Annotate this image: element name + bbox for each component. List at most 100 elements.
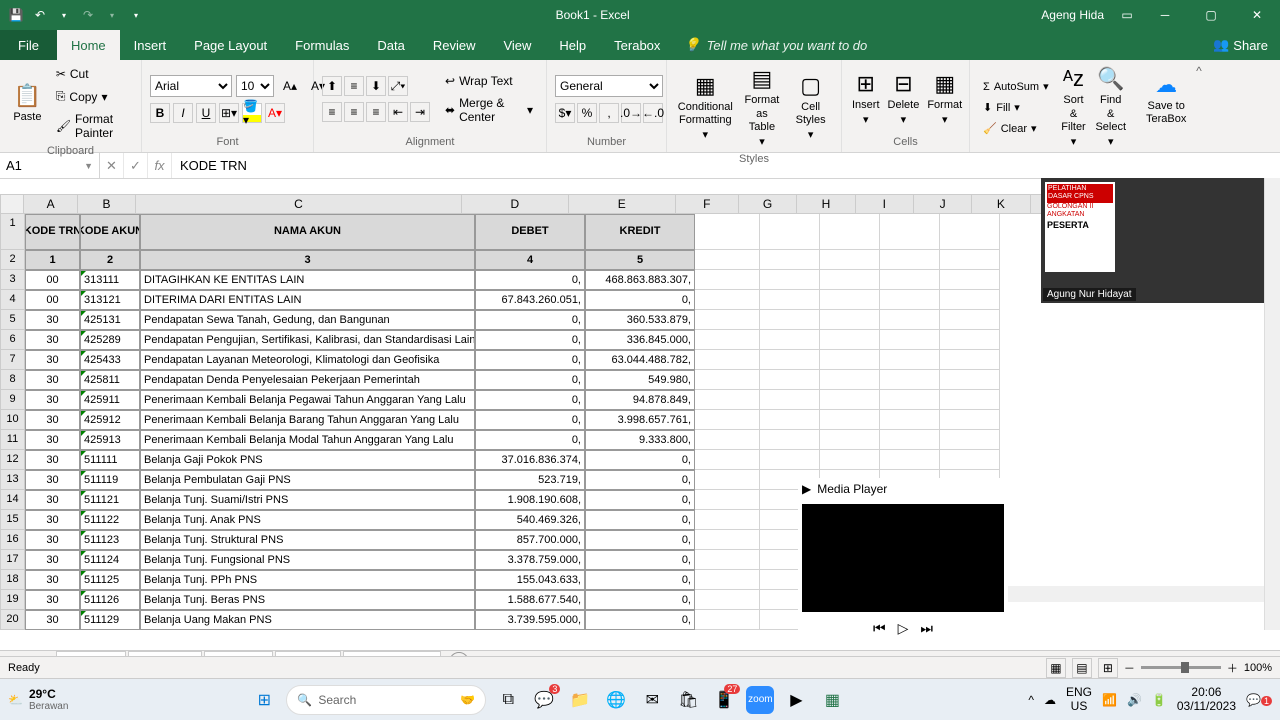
cancel-formula-button[interactable]: ✕ (100, 153, 124, 178)
align-top-button[interactable]: ⬆ (322, 76, 342, 96)
mail-icon[interactable]: ✉ (638, 686, 666, 714)
cell[interactable] (820, 450, 880, 470)
qat-customize[interactable]: ▾ (128, 7, 144, 23)
format-cells-button[interactable]: ▦Format▾ (925, 69, 964, 130)
user-name[interactable]: Ageng Hida (1033, 8, 1112, 22)
cell[interactable] (880, 250, 940, 270)
row-header[interactable]: 13 (0, 470, 25, 490)
tab-help[interactable]: Help (545, 30, 600, 60)
percent-button[interactable]: % (577, 103, 597, 123)
cell[interactable] (760, 430, 820, 450)
row-header[interactable]: 14 (0, 490, 25, 510)
cell[interactable] (880, 214, 940, 250)
ribbon-display-icon[interactable]: ▭ (1112, 8, 1142, 22)
cell[interactable]: 425433 (80, 350, 140, 370)
cell[interactable]: 00 (25, 270, 80, 290)
cell[interactable]: 0, (475, 330, 585, 350)
decrease-decimal-button[interactable]: ←.0 (643, 103, 663, 123)
collapse-ribbon-button[interactable]: ^ (1192, 60, 1206, 152)
conditional-formatting-button[interactable]: ▦Conditional Formatting ▾ (675, 71, 736, 145)
fx-button[interactable]: fx (148, 153, 172, 178)
row-header[interactable]: 16 (0, 530, 25, 550)
minimize-button[interactable]: ─ (1142, 0, 1188, 30)
normal-view-button[interactable]: ▦ (1046, 658, 1066, 678)
cell[interactable]: Pendapatan Sewa Tanah, Gedung, dan Bangu… (140, 310, 475, 330)
column-header[interactable]: J (914, 194, 972, 214)
copilot-icon[interactable]: 💬3 (530, 686, 558, 714)
enter-formula-button[interactable]: ✓ (124, 153, 148, 178)
row-header[interactable]: 9 (0, 390, 25, 410)
excel-icon[interactable]: ▦ (818, 686, 846, 714)
row-header[interactable]: 4 (0, 290, 25, 310)
media-next-button[interactable]: ⏭ (920, 620, 933, 637)
cell[interactable]: 30 (25, 370, 80, 390)
cell[interactable] (880, 430, 940, 450)
cell[interactable]: 360.533.879, (585, 310, 695, 330)
cell[interactable] (760, 214, 820, 250)
cell[interactable] (880, 450, 940, 470)
cell[interactable]: 0, (475, 430, 585, 450)
cell[interactable]: 30 (25, 510, 80, 530)
cell[interactable] (695, 430, 760, 450)
cell[interactable]: Belanja Tunj. Struktural PNS (140, 530, 475, 550)
increase-indent-button[interactable]: ⇥ (410, 102, 430, 122)
cell[interactable] (880, 290, 940, 310)
page-break-view-button[interactable]: ⊞ (1098, 658, 1118, 678)
cell[interactable]: Belanja Uang Makan PNS (140, 610, 475, 630)
cell[interactable] (695, 510, 760, 530)
cell[interactable] (880, 370, 940, 390)
cell[interactable]: 3 (140, 250, 475, 270)
tab-review[interactable]: Review (419, 30, 490, 60)
undo-dropdown[interactable]: ▾ (56, 7, 72, 23)
cell[interactable] (940, 310, 1000, 330)
cell[interactable]: 30 (25, 590, 80, 610)
cell[interactable]: Penerimaan Kembali Belanja Barang Tahun … (140, 410, 475, 430)
cell[interactable] (940, 290, 1000, 310)
cell[interactable] (820, 250, 880, 270)
cell[interactable]: 30 (25, 490, 80, 510)
cell[interactable]: 30 (25, 610, 80, 630)
row-header[interactable]: 6 (0, 330, 25, 350)
tray-volume-icon[interactable]: 🔊 (1127, 693, 1142, 707)
align-bottom-button[interactable]: ⬇ (366, 76, 386, 96)
bold-button[interactable]: B (150, 103, 170, 123)
cell[interactable]: KODE TRN (25, 214, 80, 250)
align-center-button[interactable]: ≡ (344, 102, 364, 122)
cell[interactable]: 2 (80, 250, 140, 270)
start-button[interactable]: ⊞ (250, 686, 278, 714)
cell[interactable]: 511125 (80, 570, 140, 590)
cell[interactable] (695, 370, 760, 390)
column-header[interactable]: A (24, 194, 77, 214)
cell[interactable] (940, 214, 1000, 250)
cell[interactable] (820, 290, 880, 310)
cell[interactable]: 37.016.836.374, (475, 450, 585, 470)
cell[interactable] (820, 330, 880, 350)
formula-input[interactable]: KODE TRN (172, 153, 1280, 178)
cell[interactable]: 0, (475, 310, 585, 330)
row-header[interactable]: 1 (0, 214, 25, 250)
language-indicator[interactable]: ENGUS (1066, 686, 1092, 712)
cell[interactable] (695, 450, 760, 470)
column-header[interactable]: E (569, 194, 676, 214)
cell[interactable]: 63.044.488.782, (585, 350, 695, 370)
cell[interactable] (695, 390, 760, 410)
cell[interactable]: 3.378.759.000, (475, 550, 585, 570)
cell[interactable]: Pendapatan Pengujian, Sertifikasi, Kalib… (140, 330, 475, 350)
cell[interactable]: 0, (585, 550, 695, 570)
cell[interactable]: Belanja Tunj. Fungsional PNS (140, 550, 475, 570)
cell[interactable]: 0, (585, 590, 695, 610)
cell[interactable]: Belanja Tunj. PPh PNS (140, 570, 475, 590)
cell[interactable] (695, 570, 760, 590)
media-prev-button[interactable]: ⏮ (873, 620, 886, 637)
cell[interactable]: 511122 (80, 510, 140, 530)
tellme-input[interactable]: 💡Tell me what you want to do (674, 30, 877, 60)
cell[interactable] (760, 290, 820, 310)
cell[interactable] (695, 350, 760, 370)
cell[interactable]: 3.998.657.761, (585, 410, 695, 430)
cell[interactable] (940, 370, 1000, 390)
media-play-button[interactable]: ▷ (898, 620, 909, 637)
column-header[interactable]: H (797, 194, 855, 214)
font-size-select[interactable]: 10 (236, 75, 274, 97)
redo-dropdown[interactable]: ▾ (104, 7, 120, 23)
cell[interactable]: 0, (585, 570, 695, 590)
